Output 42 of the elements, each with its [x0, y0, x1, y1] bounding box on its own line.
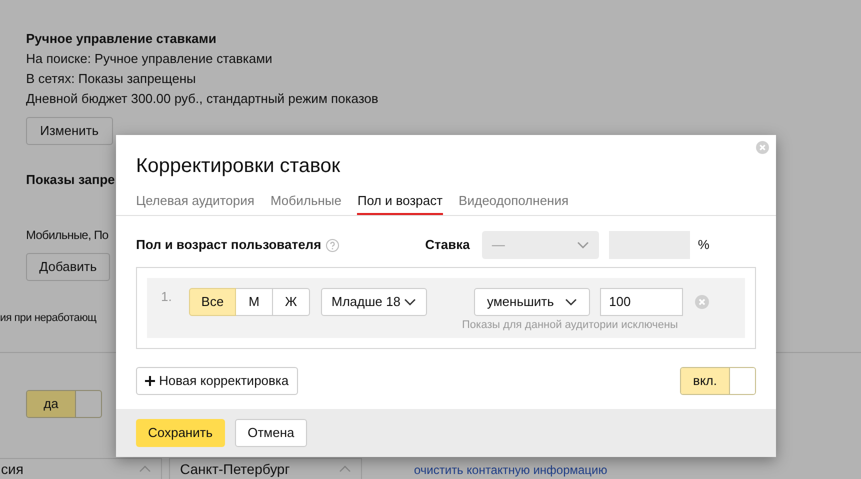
field-label: Пол и возраст пользователя — [136, 236, 322, 254]
hint-text: Показы для данной аудитории исключены — [462, 318, 678, 332]
action-select[interactable]: уменьшить — [474, 288, 590, 316]
gender-option[interactable]: Ж — [273, 288, 310, 316]
help-icon — [326, 238, 340, 252]
clear-link[interactable]: очистить контактную информацию — [414, 461, 608, 479]
section-heading: Показы запре — [26, 171, 116, 189]
gender-option[interactable]: М — [236, 288, 273, 316]
caret-up-icon — [139, 465, 151, 473]
percent-sign: % — [698, 236, 710, 254]
save-button[interactable]: Сохранить — [136, 419, 225, 447]
background-toggle[interactable]: да — [26, 390, 102, 418]
text-field[interactable]: Санкт-Петербург — [169, 458, 362, 479]
gender-option[interactable]: Все — [189, 288, 236, 316]
cancel-button[interactable]: Отмена — [234, 419, 308, 447]
close-icon[interactable] — [756, 141, 769, 154]
add-button[interactable]: Добавить — [26, 253, 110, 281]
caret-up-icon — [339, 465, 351, 473]
row-number: 1. — [161, 288, 173, 306]
close-icon[interactable] — [695, 295, 709, 309]
info-line: Дневной бюджет 300.00 руб., стандартный режим показов — [26, 90, 380, 108]
plus-icon — [145, 376, 155, 386]
tab[interactable]: Мобильные — [270, 188, 342, 215]
section-heading: Ручное управление ставками — [26, 30, 218, 48]
tab[interactable]: Целевая аудитория — [136, 188, 254, 215]
enabled-toggle[interactable]: вкл. — [680, 367, 756, 395]
info-line: В сетях: Показы запрещены — [26, 70, 197, 88]
dialog-title: Корректировки ставок — [136, 154, 340, 179]
section-text: Мобильные, По — [26, 227, 108, 244]
age-select[interactable]: Младше 18 — [321, 288, 427, 316]
tab[interactable]: Пол и возраст — [357, 188, 443, 215]
info-line: На поиске: Ручное управление ставками — [26, 50, 274, 68]
new-adjustment-button[interactable]: Новая корректировка — [136, 367, 298, 395]
value-input[interactable]: 100 — [600, 288, 683, 316]
cut-text: ия при неработающ — [0, 311, 96, 326]
edit-button[interactable]: Изменить — [26, 117, 113, 145]
chevron-down-icon — [565, 298, 577, 306]
tab[interactable]: Видеодополнения — [458, 188, 569, 215]
rate-label: Ставка — [425, 236, 470, 254]
text-field[interactable]: сия — [0, 458, 162, 479]
chevron-down-icon — [576, 241, 589, 249]
chevron-down-icon — [404, 298, 416, 306]
